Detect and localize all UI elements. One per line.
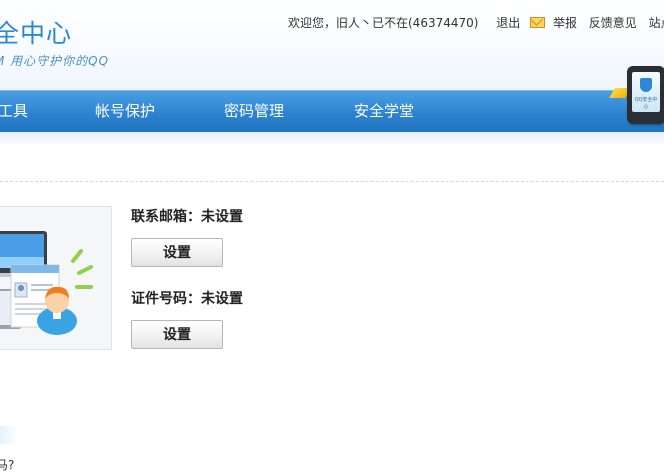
feedback-link[interactable]: 反馈意见 [589, 14, 637, 31]
set-email-button[interactable]: 设置 [131, 238, 223, 267]
page-header: 全中心 M 用心守护你的QQ 欢迎您，旧人丶已不在(46374470) 退出 举… [0, 0, 664, 90]
nav-item-security-school[interactable]: 安全学堂 [354, 91, 414, 132]
top-user-bar: 欢迎您，旧人丶已不在(46374470) 退出 举报 反馈意见 站点 [288, 14, 664, 31]
illustration [0, 206, 112, 350]
nav-item-tools[interactable]: 工具 [0, 91, 28, 132]
report-link[interactable]: 举报 [553, 14, 577, 31]
section-divider [0, 181, 664, 182]
welcome-text: 欢迎您，旧人丶已不在(46374470) [288, 16, 479, 30]
site-link[interactable]: 站点 [649, 14, 664, 31]
main-nav: 工具 帐号保护 密码管理 安全学堂 [0, 90, 664, 132]
phone-label: QQ安全中心 [634, 97, 658, 110]
bottom-decoration [0, 426, 18, 444]
mail-icon[interactable] [530, 17, 546, 28]
footer-partial-text: 马? [0, 458, 15, 472]
id-status-label: 证件号码：未设置 [131, 291, 243, 307]
site-logo-title: 全中心 [0, 19, 73, 48]
phone-screen: QQ安全中心 [632, 72, 660, 112]
mobile-app-icon[interactable]: QQ安全中心 [627, 66, 664, 124]
nav-item-account-protection[interactable]: 帐号保护 [95, 91, 155, 132]
nav-shadow [0, 132, 664, 146]
shield-icon [640, 78, 652, 92]
logout-link[interactable]: 退出 [496, 14, 520, 31]
set-id-button[interactable]: 设置 [131, 320, 223, 349]
site-slogan: M 用心守护你的QQ [0, 54, 110, 68]
user-profile-illustration [0, 231, 93, 335]
email-status-label: 联系邮箱：未设置 [131, 209, 243, 225]
nav-item-password-management[interactable]: 密码管理 [224, 91, 284, 132]
